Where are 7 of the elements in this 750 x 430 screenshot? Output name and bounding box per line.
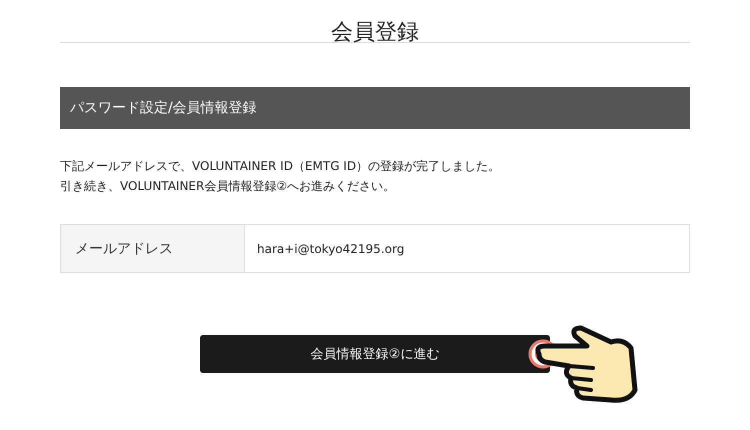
page-title: 会員登録 [60, 0, 690, 43]
field-label: メールアドレス [61, 225, 245, 272]
section-header: パスワード設定/会員情報登録 [60, 87, 690, 129]
field-value: hara+i@tokyo42195.org [256, 240, 406, 258]
message-text: 引き続き、VOLUNTAINER会員情報登録②へお進みください。 [60, 178, 396, 195]
message-text: 下記メールアドレスで、VOLUNTAINER ID（EMTG ID）の登録が完了しました。 [60, 158, 502, 175]
submit-button[interactable]: 会員情報登録②に進む [200, 335, 550, 373]
